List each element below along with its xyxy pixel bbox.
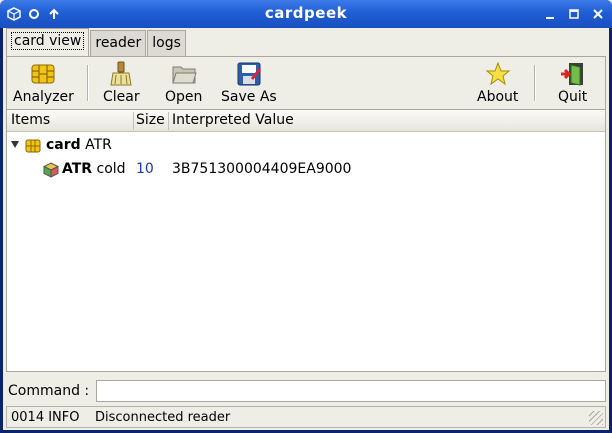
toolbar: Analyzer Clear Open Save As About Quit: [7, 57, 605, 109]
toolbar-separator: [87, 65, 89, 101]
cube-icon: [43, 162, 59, 178]
expander-arrow-icon[interactable]: [11, 141, 19, 148]
node-value: 3B751300004409EA9000: [172, 161, 352, 177]
card-view-panel: Analyzer Clear Open Save As About Quit I…: [6, 56, 606, 372]
save-as-button[interactable]: Save As: [221, 61, 277, 105]
command-label: Command :: [8, 383, 90, 399]
analyzer-label: Analyzer: [13, 89, 74, 105]
column-items[interactable]: Items: [11, 112, 50, 128]
resize-grip[interactable]: [589, 411, 603, 425]
card-tree-view[interactable]: Items Size Interpreted Value card ATR AT…: [7, 109, 605, 371]
close-icon[interactable]: [590, 6, 606, 22]
column-divider[interactable]: [168, 112, 169, 130]
open-button[interactable]: Open: [165, 61, 202, 105]
smartcard-chip-icon: [31, 64, 55, 84]
tree-row[interactable]: ATR cold 10 3B751300004409EA9000: [7, 158, 605, 182]
command-input[interactable]: [96, 380, 606, 402]
broom-icon: [110, 61, 132, 86]
quit-button[interactable]: Quit: [558, 61, 587, 105]
about-button[interactable]: About: [477, 61, 518, 105]
tab-reader[interactable]: reader: [90, 30, 147, 56]
status-bar: 0014 INFO Disconnected reader: [6, 406, 606, 428]
command-bar: Command :: [6, 379, 606, 403]
tree-header: Items Size Interpreted Value: [7, 110, 605, 132]
node-size: 10: [136, 161, 154, 177]
exit-door-icon: [560, 63, 583, 86]
maximize-icon[interactable]: [566, 6, 582, 22]
analyzer-button[interactable]: Analyzer: [13, 61, 74, 105]
tab-card-view[interactable]: card view: [6, 28, 90, 56]
column-interpreted-value[interactable]: Interpreted Value: [172, 112, 294, 128]
node-label: cold: [96, 161, 126, 177]
toolbar-separator: [534, 65, 536, 101]
tab-logs[interactable]: logs: [147, 30, 186, 56]
clear-button[interactable]: Clear: [103, 61, 140, 105]
save-as-label: Save As: [221, 89, 277, 105]
star-icon: [485, 61, 511, 86]
clear-label: Clear: [103, 89, 140, 105]
tree-row[interactable]: card ATR: [7, 134, 605, 158]
save-as-icon: [237, 62, 262, 86]
quit-label: Quit: [558, 89, 588, 105]
node-name: ATR: [62, 161, 93, 177]
window-client: card view reader logs Analyzer Clear Ope…: [3, 28, 609, 430]
folder-open-icon: [172, 66, 197, 84]
minimize-icon[interactable]: [542, 6, 558, 22]
status-message: Disconnected reader: [95, 409, 231, 425]
node-label: ATR: [85, 137, 112, 153]
app-window: cardpeek card view reader logs Analyzer: [0, 0, 612, 433]
tab-bar: card view reader logs: [6, 28, 187, 56]
about-label: About: [477, 89, 519, 105]
node-name: card: [46, 137, 81, 153]
window-title: cardpeek: [264, 4, 348, 22]
open-label: Open: [165, 89, 203, 105]
title-bar[interactable]: cardpeek: [0, 0, 612, 28]
status-code: 0014 INFO: [11, 409, 80, 425]
smartcard-chip-icon: [25, 139, 41, 153]
column-size[interactable]: Size: [136, 112, 165, 128]
column-divider[interactable]: [133, 112, 134, 130]
